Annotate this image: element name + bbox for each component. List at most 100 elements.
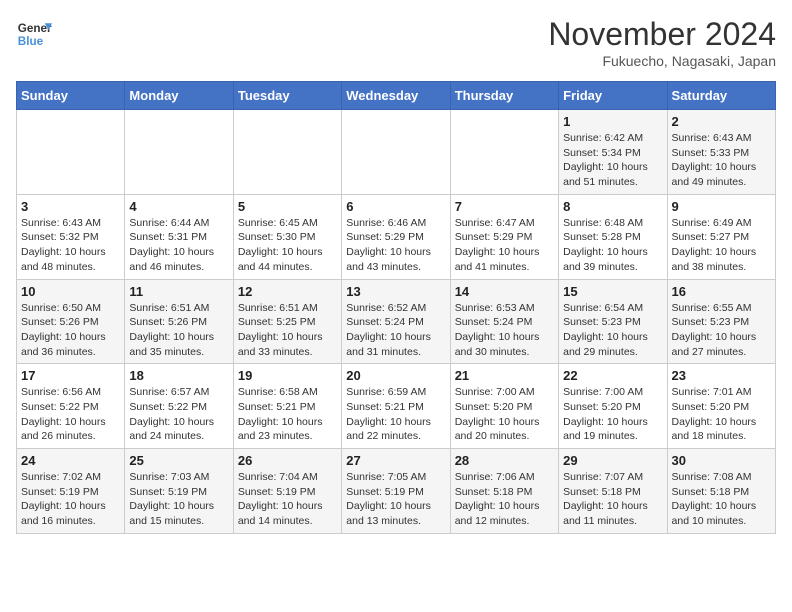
day-number: 9: [672, 199, 771, 214]
day-number: 26: [238, 453, 337, 468]
day-info: Sunrise: 6:55 AMSunset: 5:23 PMDaylight:…: [672, 301, 771, 360]
title-block: November 2024 Fukuecho, Nagasaki, Japan: [548, 16, 776, 69]
day-of-week-header: Sunday: [17, 82, 125, 110]
day-info: Sunrise: 7:01 AMSunset: 5:20 PMDaylight:…: [672, 385, 771, 444]
day-info: Sunrise: 6:44 AMSunset: 5:31 PMDaylight:…: [129, 216, 228, 275]
day-info: Sunrise: 6:51 AMSunset: 5:26 PMDaylight:…: [129, 301, 228, 360]
day-number: 28: [455, 453, 554, 468]
day-info: Sunrise: 6:53 AMSunset: 5:24 PMDaylight:…: [455, 301, 554, 360]
day-info: Sunrise: 6:58 AMSunset: 5:21 PMDaylight:…: [238, 385, 337, 444]
calendar-day-cell: 3 Sunrise: 6:43 AMSunset: 5:32 PMDaylight…: [17, 194, 125, 279]
calendar-day-cell: 26 Sunrise: 7:04 AMSunset: 5:19 PMDayligh…: [233, 449, 341, 534]
calendar-week-row: 17 Sunrise: 6:56 AMSunset: 5:22 PMDayligh…: [17, 364, 776, 449]
day-info: Sunrise: 6:59 AMSunset: 5:21 PMDaylight:…: [346, 385, 445, 444]
calendar-day-cell: 18 Sunrise: 6:57 AMSunset: 5:22 PMDayligh…: [125, 364, 233, 449]
calendar-body: 1Sunrise: 6:42 AMSunset: 5:34 PMDaylight…: [17, 110, 776, 534]
day-number: 5: [238, 199, 337, 214]
calendar-day-cell: 24 Sunrise: 7:02 AMSunset: 5:19 PMDayligh…: [17, 449, 125, 534]
day-number: 25: [129, 453, 228, 468]
location-subtitle: Fukuecho, Nagasaki, Japan: [548, 53, 776, 69]
day-number: 1: [563, 114, 662, 129]
calendar-day-cell: [17, 110, 125, 195]
day-number: 13: [346, 284, 445, 299]
calendar-day-cell: 29 Sunrise: 7:07 AMSunset: 5:18 PMDayligh…: [559, 449, 667, 534]
day-info: Sunrise: 7:05 AMSunset: 5:19 PMDaylight:…: [346, 470, 445, 529]
day-info: Sunrise: 7:02 AMSunset: 5:19 PMDaylight:…: [21, 470, 120, 529]
logo: General Blue: [16, 16, 52, 52]
calendar-day-cell: 23 Sunrise: 7:01 AMSunset: 5:20 PMDayligh…: [667, 364, 775, 449]
calendar-day-cell: 27 Sunrise: 7:05 AMSunset: 5:19 PMDayligh…: [342, 449, 450, 534]
calendar-day-cell: 22 Sunrise: 7:00 AMSunset: 5:20 PMDayligh…: [559, 364, 667, 449]
day-info: Sunrise: 6:57 AMSunset: 5:22 PMDaylight:…: [129, 385, 228, 444]
day-number: 6: [346, 199, 445, 214]
day-info: Sunrise: 6:47 AMSunset: 5:29 PMDaylight:…: [455, 216, 554, 275]
day-number: 24: [21, 453, 120, 468]
day-number: 27: [346, 453, 445, 468]
day-number: 7: [455, 199, 554, 214]
day-info: Sunrise: 7:06 AMSunset: 5:18 PMDaylight:…: [455, 470, 554, 529]
month-year-title: November 2024: [548, 16, 776, 53]
calendar-day-cell: 7 Sunrise: 6:47 AMSunset: 5:29 PMDaylight…: [450, 194, 558, 279]
day-number: 17: [21, 368, 120, 383]
calendar-day-cell: 15Sunrise: 6:54 AMSunset: 5:23 PMDayligh…: [559, 279, 667, 364]
day-number: 16: [672, 284, 771, 299]
day-info: Sunrise: 6:51 AMSunset: 5:25 PMDaylight:…: [238, 301, 337, 360]
day-of-week-header: Saturday: [667, 82, 775, 110]
day-of-week-header: Wednesday: [342, 82, 450, 110]
day-info: Sunrise: 7:00 AMSunset: 5:20 PMDaylight:…: [563, 385, 662, 444]
day-number: 23: [672, 368, 771, 383]
calendar-table: SundayMondayTuesdayWednesdayThursdayFrid…: [16, 81, 776, 534]
day-info: Sunrise: 6:43 AMSunset: 5:33 PMDaylight:…: [672, 131, 771, 190]
day-number: 3: [21, 199, 120, 214]
header-row: SundayMondayTuesdayWednesdayThursdayFrid…: [17, 82, 776, 110]
calendar-day-cell: [450, 110, 558, 195]
calendar-day-cell: 5 Sunrise: 6:45 AMSunset: 5:30 PMDaylight…: [233, 194, 341, 279]
calendar-day-cell: [125, 110, 233, 195]
day-number: 20: [346, 368, 445, 383]
page-header: General Blue November 2024 Fukuecho, Nag…: [16, 16, 776, 69]
day-info: Sunrise: 6:56 AMSunset: 5:22 PMDaylight:…: [21, 385, 120, 444]
day-number: 11: [129, 284, 228, 299]
calendar-header: SundayMondayTuesdayWednesdayThursdayFrid…: [17, 82, 776, 110]
day-number: 21: [455, 368, 554, 383]
calendar-day-cell: 25 Sunrise: 7:03 AMSunset: 5:19 PMDayligh…: [125, 449, 233, 534]
day-number: 14: [455, 284, 554, 299]
day-number: 29: [563, 453, 662, 468]
day-number: 8: [563, 199, 662, 214]
day-number: 18: [129, 368, 228, 383]
calendar-day-cell: 13 Sunrise: 6:52 AMSunset: 5:24 PMDayligh…: [342, 279, 450, 364]
day-number: 4: [129, 199, 228, 214]
day-info: Sunrise: 6:43 AMSunset: 5:32 PMDaylight:…: [21, 216, 120, 275]
day-of-week-header: Friday: [559, 82, 667, 110]
calendar-day-cell: 14 Sunrise: 6:53 AMSunset: 5:24 PMDayligh…: [450, 279, 558, 364]
calendar-day-cell: [342, 110, 450, 195]
svg-text:Blue: Blue: [18, 35, 44, 48]
calendar-day-cell: 17 Sunrise: 6:56 AMSunset: 5:22 PMDayligh…: [17, 364, 125, 449]
calendar-week-row: 3 Sunrise: 6:43 AMSunset: 5:32 PMDaylight…: [17, 194, 776, 279]
day-info: Sunrise: 6:52 AMSunset: 5:24 PMDaylight:…: [346, 301, 445, 360]
day-of-week-header: Tuesday: [233, 82, 341, 110]
calendar-day-cell: 10 Sunrise: 6:50 AMSunset: 5:26 PMDayligh…: [17, 279, 125, 364]
day-info: Sunrise: 7:03 AMSunset: 5:19 PMDaylight:…: [129, 470, 228, 529]
calendar-week-row: 1Sunrise: 6:42 AMSunset: 5:34 PMDaylight…: [17, 110, 776, 195]
calendar-day-cell: [233, 110, 341, 195]
day-number: 10: [21, 284, 120, 299]
day-info: Sunrise: 6:50 AMSunset: 5:26 PMDaylight:…: [21, 301, 120, 360]
calendar-day-cell: 16 Sunrise: 6:55 AMSunset: 5:23 PMDayligh…: [667, 279, 775, 364]
day-info: Sunrise: 6:54 AMSunset: 5:23 PMDaylight:…: [563, 301, 662, 360]
logo-icon: General Blue: [16, 16, 52, 52]
calendar-week-row: 10 Sunrise: 6:50 AMSunset: 5:26 PMDayligh…: [17, 279, 776, 364]
day-info: Sunrise: 7:00 AMSunset: 5:20 PMDaylight:…: [455, 385, 554, 444]
day-number: 22: [563, 368, 662, 383]
day-of-week-header: Monday: [125, 82, 233, 110]
day-number: 2: [672, 114, 771, 129]
calendar-day-cell: 11 Sunrise: 6:51 AMSunset: 5:26 PMDayligh…: [125, 279, 233, 364]
day-info: Sunrise: 7:04 AMSunset: 5:19 PMDaylight:…: [238, 470, 337, 529]
day-info: Sunrise: 6:45 AMSunset: 5:30 PMDaylight:…: [238, 216, 337, 275]
day-info: Sunrise: 7:07 AMSunset: 5:18 PMDaylight:…: [563, 470, 662, 529]
calendar-day-cell: 12Sunrise: 6:51 AMSunset: 5:25 PMDayligh…: [233, 279, 341, 364]
day-number: 30: [672, 453, 771, 468]
calendar-day-cell: 28 Sunrise: 7:06 AMSunset: 5:18 PMDayligh…: [450, 449, 558, 534]
calendar-day-cell: 8Sunrise: 6:48 AMSunset: 5:28 PMDaylight…: [559, 194, 667, 279]
calendar-day-cell: 30Sunrise: 7:08 AMSunset: 5:18 PMDayligh…: [667, 449, 775, 534]
